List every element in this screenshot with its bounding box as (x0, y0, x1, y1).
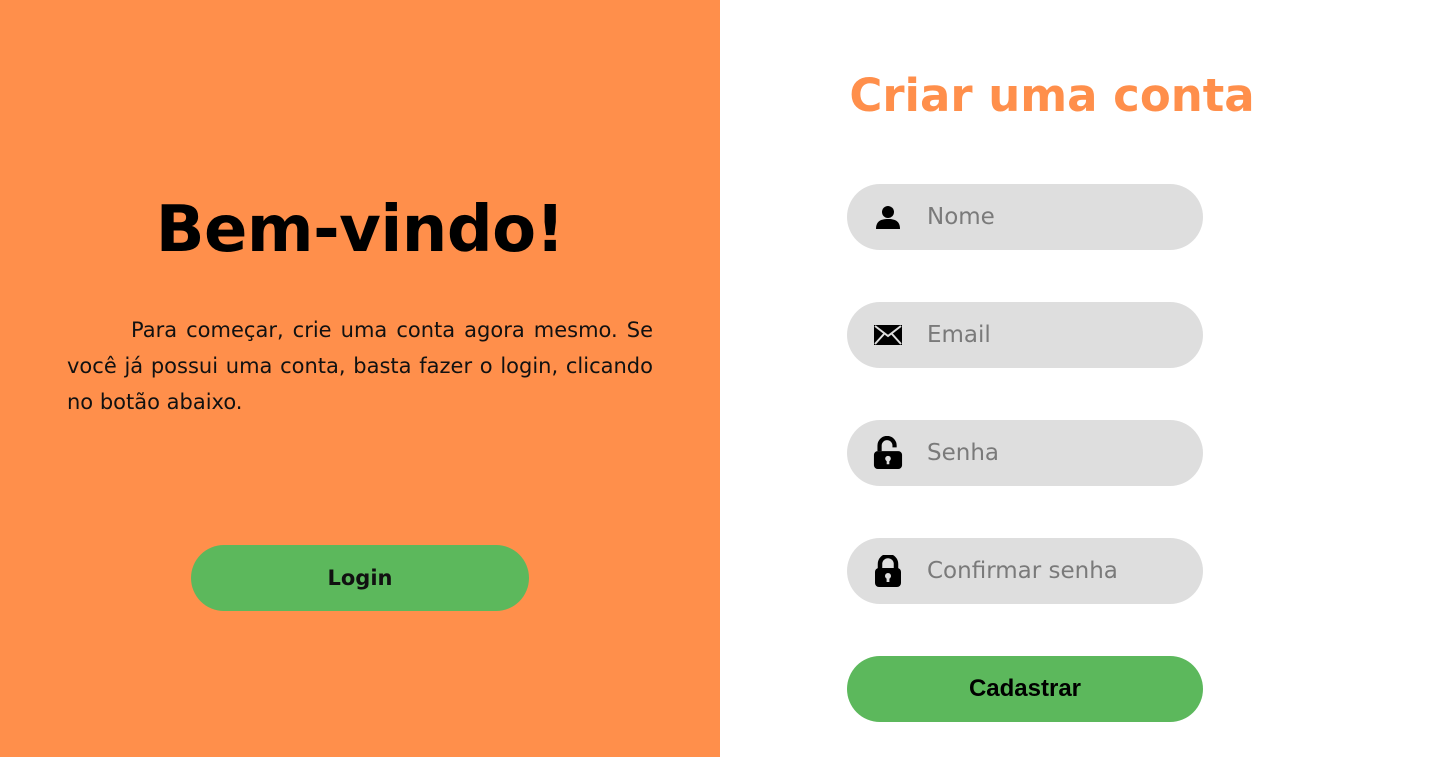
email-field[interactable] (847, 302, 1203, 368)
unlocked-padlock-icon (873, 420, 903, 486)
envelope-icon (873, 302, 903, 368)
register-button[interactable]: Cadastrar (847, 656, 1203, 722)
name-field[interactable] (847, 184, 1203, 250)
password-field[interactable] (847, 420, 1203, 486)
name-input[interactable] (927, 184, 1177, 250)
locked-padlock-icon (873, 538, 903, 604)
confirm-password-field[interactable] (847, 538, 1203, 604)
email-input[interactable] (927, 302, 1177, 368)
confirm-password-input[interactable] (927, 538, 1177, 604)
form-title: Criar uma conta (849, 69, 1255, 122)
welcome-title: Bem-vindo! (155, 193, 565, 267)
signup-page: Bem-vindo! Para começar, crie uma conta … (0, 0, 1440, 757)
signup-form-panel: Criar uma conta Nome Email Cadastrar (720, 0, 1440, 757)
user-icon (873, 184, 903, 250)
welcome-panel: Bem-vindo! Para começar, crie uma conta … (0, 0, 720, 757)
welcome-description: Para começar, crie uma conta agora mesmo… (67, 318, 653, 414)
login-button[interactable]: Login (191, 545, 529, 611)
password-input[interactable] (927, 420, 1177, 486)
